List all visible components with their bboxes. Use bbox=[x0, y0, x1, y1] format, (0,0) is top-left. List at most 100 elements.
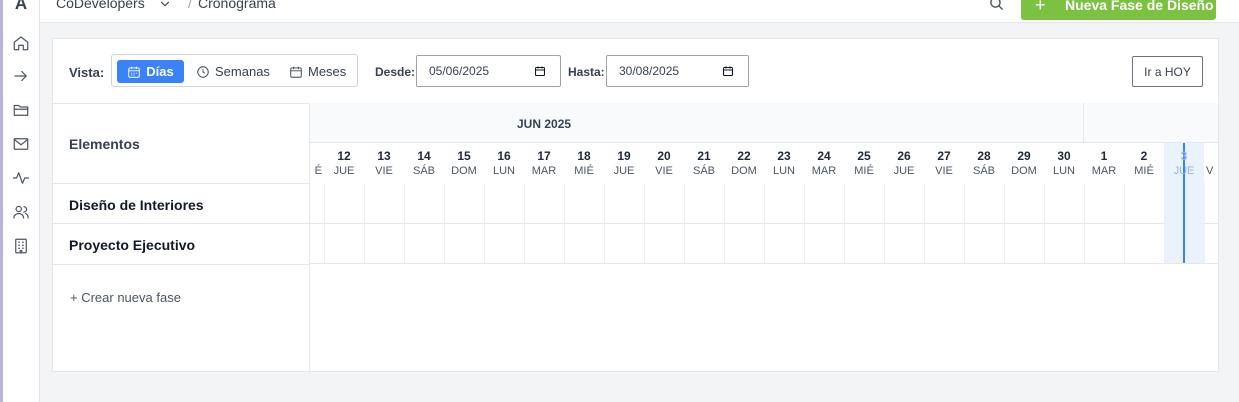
day-header[interactable]: 2 MIÉ bbox=[1124, 143, 1164, 183]
go-to-today-button[interactable]: Ir a HOY bbox=[1132, 56, 1203, 87]
from-date-value: 05/06/2025 bbox=[429, 64, 490, 78]
top-header: CoDevelopers / Cronograma + Nueva Fase d… bbox=[40, 0, 1239, 23]
day-number: 25 bbox=[857, 149, 871, 163]
users-icon[interactable] bbox=[11, 202, 31, 222]
calendar-icon[interactable] bbox=[722, 65, 734, 77]
breadcrumb-project[interactable]: CoDevelopers bbox=[56, 0, 145, 11]
day-weekday: DOM bbox=[451, 165, 477, 177]
day-weekday: VIE bbox=[935, 165, 953, 177]
day-gridline bbox=[604, 183, 605, 263]
day-gridline bbox=[404, 183, 405, 263]
day-weekday: JUE bbox=[333, 165, 355, 177]
day-gridline bbox=[804, 183, 805, 263]
day-number: 20 bbox=[657, 149, 671, 163]
day-header[interactable]: 26 JUE bbox=[884, 143, 924, 183]
day-number: 23 bbox=[777, 149, 791, 163]
day-weekday: MAR bbox=[811, 165, 837, 177]
day-weekday: LUN bbox=[772, 165, 795, 177]
day-header[interactable]: 20 VIE bbox=[644, 143, 684, 183]
app-logo[interactable]: A bbox=[3, 0, 39, 14]
day-header[interactable]: 19 JUE bbox=[604, 143, 644, 183]
day-header[interactable]: 29 DOM bbox=[1004, 143, 1044, 183]
day-header[interactable]: 24 MAR bbox=[804, 143, 844, 183]
activity-icon[interactable] bbox=[11, 168, 31, 188]
day-header[interactable]: 28 SÁB bbox=[964, 143, 1004, 183]
day-number: 15 bbox=[457, 149, 471, 163]
elements-header: Elementos bbox=[69, 136, 140, 152]
day-gridline bbox=[724, 183, 725, 263]
folder-icon[interactable] bbox=[11, 100, 31, 120]
plus-icon: + bbox=[1035, 0, 1046, 15]
day-weekday: MAR bbox=[1091, 165, 1117, 177]
day-header[interactable]: 17 MAR bbox=[524, 143, 564, 183]
building-icon[interactable] bbox=[11, 236, 31, 256]
search-icon[interactable] bbox=[988, 0, 1005, 12]
day-gridline bbox=[644, 183, 645, 263]
day-header[interactable]: 18 MIÉ bbox=[564, 143, 604, 183]
month-band: JUN 2025 bbox=[310, 103, 1084, 143]
day-gridline bbox=[1204, 183, 1205, 263]
day-number: 18 bbox=[577, 149, 591, 163]
day-header[interactable]: V bbox=[1204, 143, 1218, 183]
from-date-input[interactable]: 05/06/2025 bbox=[416, 55, 561, 87]
day-weekday: SÁB bbox=[692, 165, 715, 177]
day-weekday: MIÉ bbox=[854, 165, 874, 177]
day-header[interactable]: 27 VIE bbox=[924, 143, 964, 183]
day-gridline bbox=[524, 183, 525, 263]
to-date-input[interactable]: 30/08/2025 bbox=[606, 55, 749, 87]
day-header[interactable]: 21 SÁB bbox=[684, 143, 724, 183]
day-header[interactable]: 23 LUN bbox=[764, 143, 804, 183]
view-weeks-label: Semanas bbox=[215, 64, 270, 79]
phase-row[interactable]: Proyecto Ejecutivo bbox=[53, 223, 309, 265]
day-number: 17 bbox=[537, 149, 551, 163]
day-number: 28 bbox=[977, 149, 991, 163]
view-days-button[interactable]: Días bbox=[117, 60, 184, 83]
new-design-phase-label: Nueva Fase de Diseño bbox=[1065, 0, 1214, 13]
day-number: 22 bbox=[737, 149, 751, 163]
month-band-next bbox=[1084, 103, 1218, 143]
day-header[interactable]: 12 JUE bbox=[324, 143, 364, 183]
day-weekday: JUE bbox=[1173, 165, 1195, 177]
day-header[interactable]: 30 LUN bbox=[1044, 143, 1084, 183]
row-divider bbox=[310, 263, 1218, 264]
clock-icon bbox=[197, 65, 209, 78]
to-label: Hasta: bbox=[568, 65, 605, 79]
view-months-button[interactable]: Meses bbox=[289, 60, 346, 83]
day-header[interactable]: 14 SÁB bbox=[404, 143, 444, 183]
calendar-icon bbox=[290, 66, 302, 78]
day-weekday: SÁB bbox=[412, 165, 435, 177]
day-header[interactable]: 22 DOM bbox=[724, 143, 764, 183]
day-weekday: SÁB bbox=[972, 165, 995, 177]
mail-icon[interactable] bbox=[11, 134, 31, 154]
day-number: 29 bbox=[1017, 149, 1031, 163]
phase-row[interactable]: Diseño de Interiores bbox=[53, 183, 309, 224]
create-phase-link[interactable]: + Crear nueva fase bbox=[70, 290, 181, 305]
day-gridline bbox=[1084, 183, 1085, 263]
day-gridline bbox=[564, 183, 565, 263]
view-days-label: Días bbox=[146, 64, 174, 79]
home-icon[interactable] bbox=[11, 33, 31, 53]
day-weekday: LUN bbox=[1052, 165, 1075, 177]
sidebar: A bbox=[3, 0, 40, 402]
day-number: 13 bbox=[377, 149, 391, 163]
day-gridline bbox=[1164, 183, 1165, 263]
day-header[interactable]: 25 MIÉ bbox=[844, 143, 884, 183]
day-weekday: DOM bbox=[1011, 165, 1037, 177]
from-label: Desde: bbox=[375, 65, 416, 79]
arrow-right-icon[interactable] bbox=[11, 66, 31, 86]
chevron-down-icon[interactable] bbox=[158, 0, 172, 11]
new-design-phase-button[interactable]: + Nueva Fase de Diseño bbox=[1021, 0, 1216, 20]
calendar-icon[interactable] bbox=[534, 65, 546, 77]
day-gridline bbox=[884, 183, 885, 263]
to-date-value: 30/08/2025 bbox=[619, 64, 680, 78]
view-weeks-button[interactable]: Semanas bbox=[196, 60, 270, 83]
day-header[interactable]: 16 LUN bbox=[484, 143, 524, 183]
day-header[interactable]: 15 DOM bbox=[444, 143, 484, 183]
view-label: Vista: bbox=[69, 65, 105, 80]
day-header[interactable]: 1 MAR bbox=[1084, 143, 1124, 183]
day-number: 26 bbox=[897, 149, 911, 163]
day-weekday: VIE bbox=[375, 165, 393, 177]
day-header[interactable]: 3 JUE bbox=[1164, 143, 1204, 183]
day-header[interactable]: 13 VIE bbox=[364, 143, 404, 183]
elements-column: Elementos Diseño de Interiores Proyecto … bbox=[53, 103, 310, 371]
